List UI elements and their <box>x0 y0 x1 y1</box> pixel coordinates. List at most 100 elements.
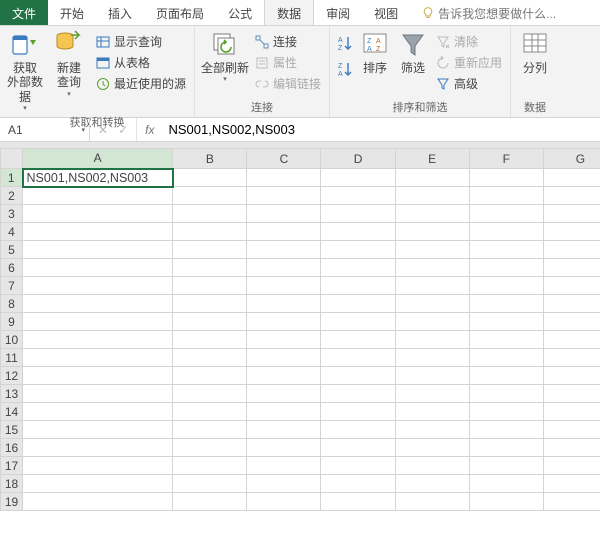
cell[interactable] <box>247 367 321 385</box>
cell[interactable] <box>23 295 173 313</box>
recent-sources-button[interactable]: 最近使用的源 <box>94 74 188 93</box>
cell[interactable] <box>543 403 600 421</box>
cell[interactable] <box>543 439 600 457</box>
cell[interactable] <box>247 439 321 457</box>
properties-button[interactable]: 属性 <box>253 53 323 72</box>
cell[interactable] <box>395 259 469 277</box>
cell[interactable] <box>543 313 600 331</box>
row-header[interactable]: 14 <box>1 403 23 421</box>
cell[interactable] <box>173 313 247 331</box>
from-table-button[interactable]: 从表格 <box>94 53 188 72</box>
cell[interactable] <box>247 493 321 511</box>
cell[interactable] <box>173 205 247 223</box>
cell[interactable] <box>321 241 395 259</box>
cell[interactable] <box>23 403 173 421</box>
cell[interactable] <box>543 241 600 259</box>
cell[interactable] <box>321 385 395 403</box>
cell[interactable] <box>543 223 600 241</box>
cell[interactable] <box>173 475 247 493</box>
cell[interactable] <box>469 457 543 475</box>
cell[interactable] <box>247 331 321 349</box>
tab-home[interactable]: 开始 <box>48 0 96 25</box>
cell[interactable] <box>23 241 173 259</box>
cell[interactable] <box>247 241 321 259</box>
cell[interactable] <box>469 223 543 241</box>
cell[interactable] <box>321 169 395 187</box>
cell[interactable] <box>321 223 395 241</box>
cell[interactable] <box>321 475 395 493</box>
cell[interactable] <box>23 349 173 367</box>
row-header[interactable]: 18 <box>1 475 23 493</box>
cell[interactable] <box>173 331 247 349</box>
tab-data[interactable]: 数据 <box>264 0 314 25</box>
cell[interactable] <box>247 205 321 223</box>
cell[interactable] <box>543 385 600 403</box>
cell[interactable] <box>247 295 321 313</box>
cell[interactable] <box>469 367 543 385</box>
row-header[interactable]: 19 <box>1 493 23 511</box>
advanced-filter-button[interactable]: 高级 <box>434 74 504 93</box>
cell[interactable] <box>321 367 395 385</box>
cell[interactable] <box>469 187 543 205</box>
cell[interactable] <box>321 259 395 277</box>
select-all-corner[interactable] <box>1 149 23 169</box>
cell[interactable] <box>469 295 543 313</box>
connections-button[interactable]: 连接 <box>253 32 323 51</box>
cell[interactable] <box>469 277 543 295</box>
cell[interactable] <box>247 169 321 187</box>
tell-me-search[interactable]: 告诉我您想要做什么... <box>410 0 600 25</box>
insert-function-button[interactable]: fx <box>137 123 162 137</box>
cell[interactable] <box>395 241 469 259</box>
cell[interactable] <box>23 223 173 241</box>
sort-button[interactable]: ZA AZ 排序 <box>358 28 392 75</box>
cell[interactable] <box>469 421 543 439</box>
tab-page-layout[interactable]: 页面布局 <box>144 0 216 25</box>
cell[interactable] <box>173 277 247 295</box>
cancel-formula-button[interactable]: ✕ <box>98 123 108 137</box>
cell[interactable] <box>321 493 395 511</box>
row-header[interactable]: 9 <box>1 313 23 331</box>
cell[interactable] <box>23 187 173 205</box>
cell[interactable] <box>247 457 321 475</box>
cell[interactable] <box>321 403 395 421</box>
cell[interactable] <box>321 277 395 295</box>
cell[interactable] <box>395 349 469 367</box>
row-header[interactable]: 10 <box>1 331 23 349</box>
reapply-button[interactable]: 重新应用 <box>434 53 504 72</box>
tab-file[interactable]: 文件 <box>0 0 48 25</box>
cell[interactable] <box>395 439 469 457</box>
row-header[interactable]: 13 <box>1 385 23 403</box>
cell[interactable] <box>395 169 469 187</box>
cell[interactable] <box>543 421 600 439</box>
cell[interactable] <box>395 385 469 403</box>
col-header-A[interactable]: A <box>23 149 173 169</box>
row-header[interactable]: 4 <box>1 223 23 241</box>
cell[interactable] <box>543 295 600 313</box>
tab-formulas[interactable]: 公式 <box>216 0 264 25</box>
row-header[interactable]: 2 <box>1 187 23 205</box>
row-header[interactable]: 6 <box>1 259 23 277</box>
col-header-C[interactable]: C <box>247 149 321 169</box>
row-header[interactable]: 8 <box>1 295 23 313</box>
cell[interactable] <box>543 349 600 367</box>
text-to-columns-button[interactable]: 分列 <box>517 28 553 75</box>
cell[interactable] <box>321 349 395 367</box>
cell[interactable] <box>23 313 173 331</box>
cell[interactable] <box>543 187 600 205</box>
cell[interactable] <box>395 493 469 511</box>
cell[interactable] <box>23 259 173 277</box>
cell[interactable] <box>469 205 543 223</box>
row-header[interactable]: 12 <box>1 367 23 385</box>
cell[interactable] <box>23 205 173 223</box>
sort-desc-button[interactable]: ZA <box>336 60 354 78</box>
cell[interactable] <box>469 475 543 493</box>
cell[interactable] <box>23 493 173 511</box>
cell[interactable] <box>321 205 395 223</box>
col-header-B[interactable]: B <box>173 149 247 169</box>
cell[interactable] <box>469 403 543 421</box>
cell[interactable] <box>247 421 321 439</box>
row-header[interactable]: 1 <box>1 169 23 187</box>
cell[interactable] <box>173 223 247 241</box>
cell[interactable] <box>469 385 543 403</box>
cell[interactable] <box>173 169 247 187</box>
